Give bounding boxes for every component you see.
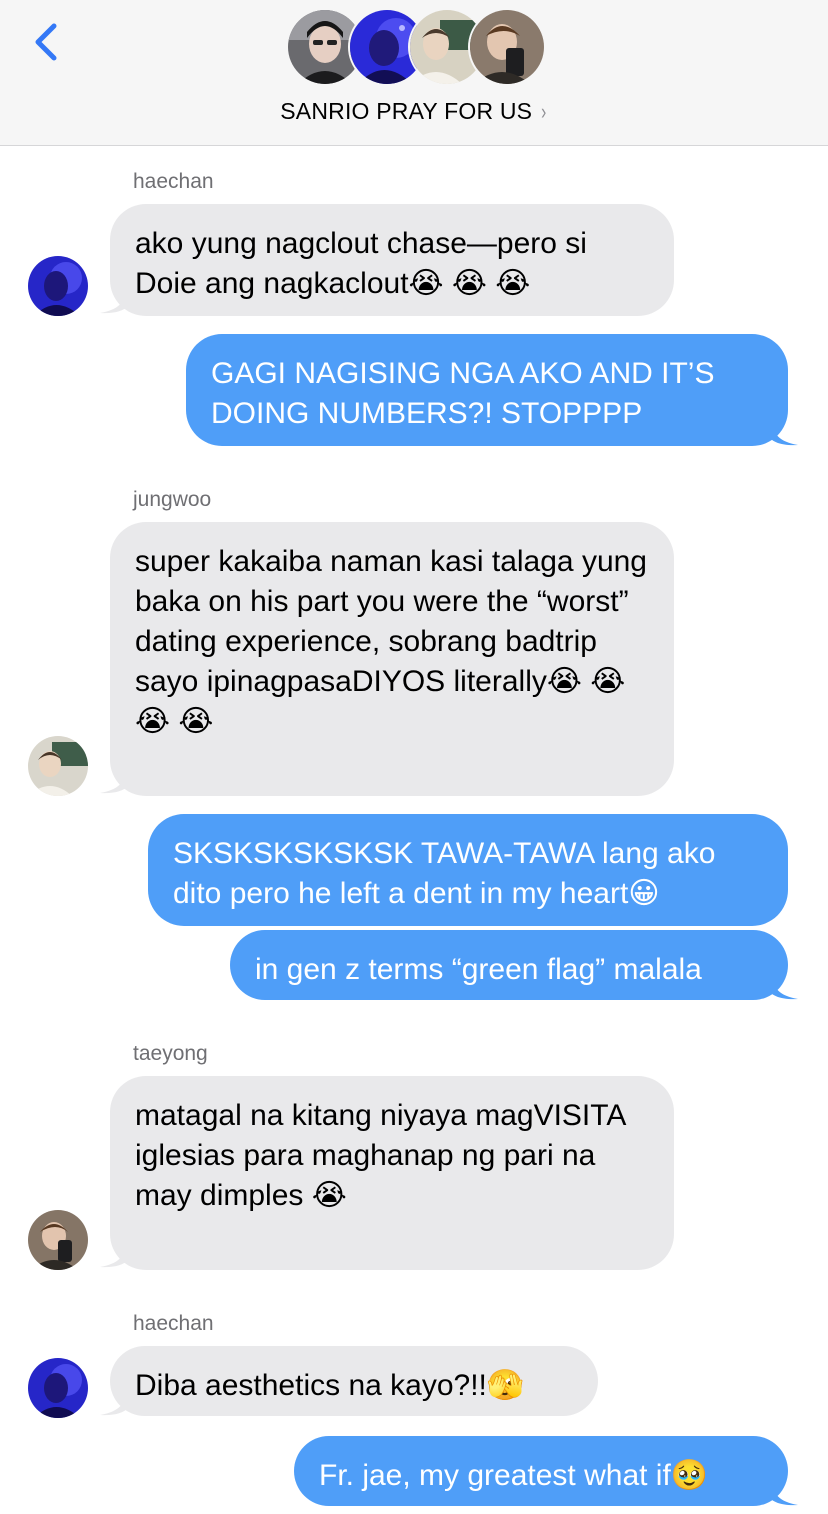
- message-bubble[interactable]: matagal na kitang niyaya magVISITA igles…: [110, 1076, 674, 1270]
- back-button[interactable]: [28, 20, 68, 64]
- avatar[interactable]: [28, 256, 88, 316]
- message-bubble[interactable]: Diba aesthetics na kayo?!!🫣: [110, 1346, 598, 1416]
- conversation-header: SANRIO PRAY FOR US ›: [0, 0, 828, 146]
- group-name[interactable]: SANRIO PRAY FOR US ›: [0, 98, 828, 125]
- sender-name: taeyong: [133, 1042, 208, 1065]
- message-bubble[interactable]: super kakaiba naman kasi talaga yung bak…: [110, 522, 674, 796]
- sender-name: jungwoo: [133, 488, 212, 511]
- message-text: SKSKSKSKSKSK TAWA-TAWA lang ako dito per…: [173, 837, 716, 910]
- message-text: GAGI NAGISING NGA AKO AND IT’S DOING NUM…: [211, 357, 715, 430]
- message-bubble[interactable]: ako yung nagclout chase—pero si Doie ang…: [110, 204, 674, 316]
- message-text: matagal na kitang niyaya magVISITA igles…: [135, 1099, 625, 1212]
- sender-name: haechan: [133, 170, 214, 193]
- group-avatars[interactable]: [286, 8, 546, 88]
- message-text: ako yung nagclout chase—pero si Doie ang…: [135, 227, 587, 300]
- message-text: in gen z terms “green flag” malala: [255, 953, 702, 986]
- message-text: super kakaiba naman kasi talaga yung bak…: [135, 545, 647, 738]
- message-bubble[interactable]: Fr. jae, my greatest what if🥹: [294, 1436, 788, 1506]
- message-bubble[interactable]: GAGI NAGISING NGA AKO AND IT’S DOING NUM…: [186, 334, 788, 446]
- message-bubble[interactable]: in gen z terms “green flag” malala: [230, 930, 788, 1000]
- message-text: Diba aesthetics na kayo?!!🫣: [135, 1369, 525, 1402]
- group-name-label: SANRIO PRAY FOR US: [280, 98, 533, 124]
- message-text: Fr. jae, my greatest what if🥹: [319, 1459, 709, 1492]
- avatar[interactable]: [28, 1210, 88, 1270]
- avatar[interactable]: [28, 736, 88, 796]
- chevron-left-icon: [35, 23, 57, 61]
- avatar[interactable]: [28, 1358, 88, 1418]
- member-avatar: [468, 8, 546, 86]
- chevron-right-icon: ›: [541, 99, 547, 124]
- sender-name: haechan: [133, 1312, 214, 1335]
- message-bubble[interactable]: SKSKSKSKSKSK TAWA-TAWA lang ako dito per…: [148, 814, 788, 926]
